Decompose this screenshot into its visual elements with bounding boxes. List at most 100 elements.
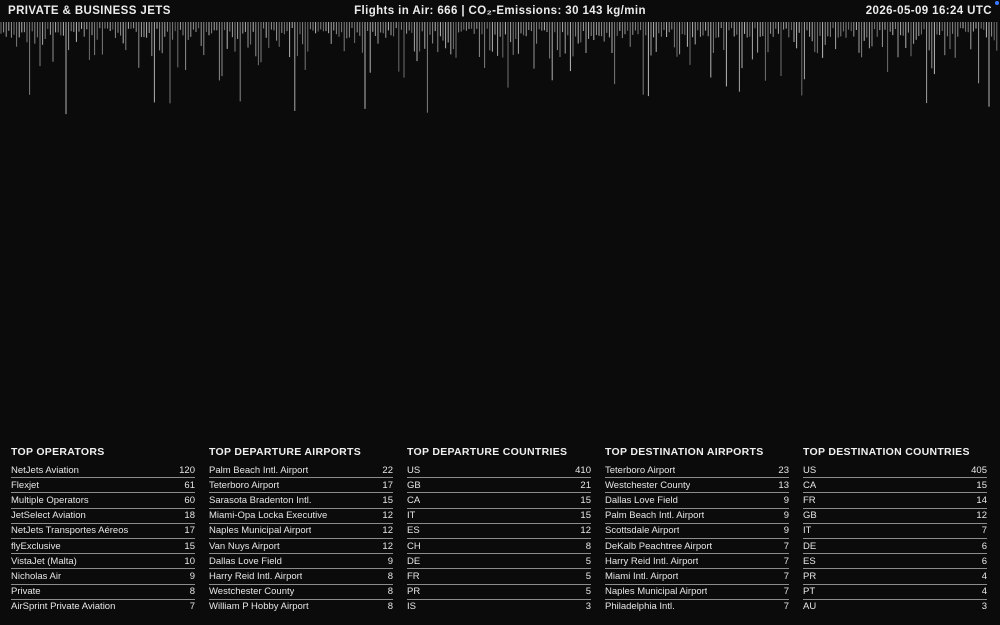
table-row: Teterboro Airport 23: [605, 463, 789, 479]
table-row: DE 5: [407, 554, 591, 570]
table-row: IS 3: [407, 600, 591, 614]
table-title: TOP DESTINATION AIRPORTS: [605, 446, 764, 458]
row-value: 7: [981, 525, 987, 537]
table-title: TOP DEPARTURE COUNTRIES: [407, 446, 568, 458]
datetime: 2026-05-09 16:24 UTC: [865, 5, 992, 17]
table-row: IT 15: [407, 509, 591, 524]
live-indicator-icon: [995, 1, 999, 5]
row-label: CA: [407, 494, 421, 506]
row-label: Multiple Operators: [11, 494, 89, 506]
table-row: Dallas Love Field 9: [605, 493, 789, 509]
table-row: Harry Reid Intl. Airport 7: [605, 554, 789, 570]
row-value: 7: [783, 570, 789, 582]
row-label: Naples Municipal Airport: [209, 525, 312, 537]
row-label: ES: [803, 555, 816, 567]
row-value: 8: [387, 570, 393, 582]
page-title: PRIVATE & BUSINESS JETS: [8, 5, 171, 17]
row-label: VistaJet (Malta): [11, 555, 77, 567]
row-label: PR: [803, 570, 817, 582]
stats-tables: TOP OPERATORS NetJets Aviation 120 Flexjet…: [11, 446, 989, 614]
row-label: Teterboro Airport: [209, 479, 280, 491]
row-label: Westchester County: [209, 586, 295, 598]
table-row: GB 12: [803, 509, 987, 524]
row-label: PT: [803, 586, 816, 598]
datetime-wrap: 2026-05-09 16:24 UTC: [865, 1, 999, 17]
row-value: 61: [184, 479, 195, 491]
table-row: AirSprint Private Aviation 7: [11, 600, 195, 614]
row-value: 3: [981, 601, 987, 613]
row-label: Naples Municipal Airport: [605, 586, 708, 598]
table-row: Miami-Opa Locka Executive 12: [209, 509, 393, 524]
row-value: 6: [981, 555, 987, 567]
row-value: 120: [179, 464, 195, 476]
table-top-departure-airports: TOP DEPARTURE AIRPORTS Palm Beach Intl. …: [209, 446, 393, 614]
row-label: Philadelphia Intl.: [605, 601, 675, 613]
row-label: flyExclusive: [11, 540, 61, 552]
row-value: 8: [189, 586, 195, 598]
table-top-destination-countries: TOP DESTINATION COUNTRIES US 405 CA 15 FR 14 G…: [803, 446, 987, 614]
table-row: IT 7: [803, 524, 987, 539]
row-value: 14: [976, 494, 987, 506]
table-row: FR 5: [407, 569, 591, 585]
row-label: Van Nuys Airport: [209, 540, 280, 552]
table-row: flyExclusive 15: [11, 539, 195, 555]
table-row: CA 15: [803, 478, 987, 494]
row-label: ES: [407, 525, 420, 537]
row-value: 8: [387, 586, 393, 598]
table-row: JetSelect Aviation 18: [11, 509, 195, 524]
row-value: 10: [184, 555, 195, 567]
row-value: 22: [382, 464, 393, 476]
row-label: DeKalb Peachtree Airport: [605, 540, 713, 552]
row-label: Teterboro Airport: [605, 464, 676, 476]
table-row: Westchester County 13: [605, 478, 789, 494]
row-label: IS: [407, 601, 416, 613]
row-label: Miami Intl. Airport: [605, 570, 679, 582]
row-value: 23: [778, 464, 789, 476]
row-label: GB: [803, 510, 817, 522]
table-row: William P Hobby Airport 8: [209, 600, 393, 614]
row-label: JetSelect Aviation: [11, 510, 86, 522]
row-label: FR: [803, 494, 816, 506]
row-value: 15: [580, 510, 591, 522]
row-value: 60: [184, 494, 195, 506]
table-row: PR 5: [407, 585, 591, 600]
table-row: Multiple Operators 60: [11, 493, 195, 509]
table-row: ES 12: [407, 524, 591, 539]
row-label: DE: [803, 540, 817, 552]
row-value: 7: [783, 540, 789, 552]
row-value: 12: [976, 510, 987, 522]
table-row: Harry Reid Intl. Airport 8: [209, 569, 393, 585]
table-row: Palm Beach Intl. Airport 22: [209, 463, 393, 479]
table-row: PR 4: [803, 569, 987, 585]
row-value: 15: [976, 479, 987, 491]
row-value: 7: [783, 586, 789, 598]
row-label: Harry Reid Intl. Airport: [209, 570, 303, 582]
table-row: NetJets Transportes Aéreos 17: [11, 524, 195, 539]
row-value: 15: [184, 540, 195, 552]
row-value: 9: [783, 510, 789, 522]
row-value: 4: [981, 570, 987, 582]
table-top-departure-countries: TOP DEPARTURE COUNTRIES US 410 GB 21 CA 15 IT 1…: [407, 446, 591, 614]
row-label: FR: [407, 570, 420, 582]
row-label: Dallas Love Field: [209, 555, 282, 567]
row-label: Scottsdale Airport: [605, 525, 680, 537]
row-label: Private: [11, 586, 41, 598]
table-row: US 410: [407, 463, 591, 479]
row-value: 9: [189, 570, 195, 582]
dashboard: PRIVATE & BUSINESS JETS Flights in Air: …: [0, 0, 1000, 625]
row-label: US: [803, 464, 817, 476]
flight-lines-visualization: [0, 22, 998, 115]
row-label: Palm Beach Intl. Airport: [605, 510, 705, 522]
row-value: 7: [783, 601, 789, 613]
table-row: Flexjet 61: [11, 478, 195, 494]
row-label: DE: [407, 555, 421, 567]
row-label: IT: [803, 525, 812, 537]
row-value: 18: [184, 510, 195, 522]
row-label: Flexjet: [11, 479, 39, 491]
row-value: 12: [382, 540, 393, 552]
row-value: 17: [382, 479, 393, 491]
row-label: William P Hobby Airport: [209, 601, 309, 613]
table-row: Van Nuys Airport 12: [209, 539, 393, 555]
row-value: 5: [585, 555, 591, 567]
table-top-operators: TOP OPERATORS NetJets Aviation 120 Flexjet…: [11, 446, 195, 614]
